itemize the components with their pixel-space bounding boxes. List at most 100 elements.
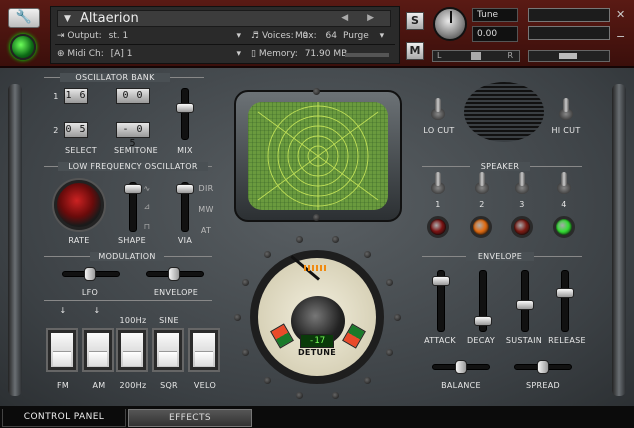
instrument-nav-arrows[interactable]: ◀ ▶ — [341, 11, 382, 26]
detune-value-display[interactable]: -17 — [300, 334, 334, 348]
lfo-mod-label: LFO — [81, 288, 99, 297]
screw — [313, 214, 320, 221]
sqr-button[interactable] — [154, 330, 182, 370]
shape-saw-icon: ⊿ — [143, 202, 151, 211]
close-icon[interactable]: ✕ — [616, 8, 628, 21]
osc2-semitone-display[interactable]: - 0 5 — [116, 122, 150, 149]
spread-slider-handle[interactable] — [537, 360, 549, 374]
osc-row2-label: 2 — [53, 126, 59, 135]
decay-slider-handle[interactable] — [474, 316, 492, 326]
tune-value[interactable]: 0.00 — [472, 26, 518, 42]
balance-slider-handle[interactable] — [455, 360, 467, 374]
output-label: Output: — [67, 31, 102, 41]
sustain-label: SUSTAIN — [505, 336, 543, 345]
shape-slider-handle[interactable] — [124, 184, 142, 194]
wrench-icon[interactable]: 🔧 — [8, 8, 40, 28]
shape-square-icon: ⊓ — [143, 222, 151, 231]
max-voices[interactable]: Max: 64 — [287, 31, 337, 41]
via-label: VIA — [177, 236, 193, 245]
screw — [234, 314, 241, 321]
oscilloscope-screen — [248, 102, 388, 210]
midi-value[interactable]: [A] 1 — [111, 49, 133, 59]
memory-icon: ▯ — [251, 49, 259, 59]
speaker-4-toggle[interactable] — [556, 172, 572, 194]
mute-button[interactable]: M — [406, 42, 424, 60]
lfo-mod-slider-handle[interactable] — [84, 267, 96, 281]
tab-effects[interactable]: EFFECTS — [128, 409, 252, 427]
chevron-down-icon[interactable]: ▾ — [380, 31, 385, 41]
midi-label: Midi Ch: — [67, 49, 104, 59]
instrument-info-panel: ▼ Altaerion ◀ ▶ ⇥ Output: st. 1 ▾ ♬ Voic… — [50, 6, 400, 64]
mod-top-label-4: SINE — [159, 316, 179, 325]
release-slider-track[interactable] — [561, 270, 569, 332]
at-label: AT — [200, 226, 212, 235]
pan-slider[interactable]: L R — [432, 50, 520, 62]
left-rail — [8, 84, 22, 396]
lo-cut-toggle[interactable] — [430, 98, 446, 120]
200hz-button[interactable] — [118, 330, 146, 370]
right-rail — [612, 84, 626, 396]
envelope-mod-slider-handle[interactable] — [168, 267, 180, 281]
tune-label: Tune — [472, 8, 518, 22]
instrument-title-bar[interactable]: ▼ Altaerion ◀ ▶ — [57, 10, 391, 27]
oscilloscope-bezel — [234, 90, 402, 222]
speaker-3-toggle[interactable] — [514, 172, 530, 194]
midi-channel-select[interactable]: ⊕ Midi Ch: [A] 1 ▾ — [57, 49, 247, 59]
minus-icon[interactable]: − — [616, 30, 628, 43]
hi-cut-toggle[interactable] — [558, 98, 574, 120]
screw — [331, 391, 339, 399]
speaker-number-4: 4 — [561, 200, 567, 209]
volume-slider[interactable] — [528, 50, 610, 62]
pan-right-label: R — [507, 51, 513, 60]
speaker-1-toggle[interactable] — [430, 172, 446, 194]
speaker-grill — [464, 82, 544, 142]
speaker-2-lamp — [470, 216, 492, 238]
osc2-select-display[interactable]: 0 5 — [64, 122, 88, 138]
via-slider-handle[interactable] — [176, 184, 194, 194]
lo-cut-label: LO CUT — [423, 126, 455, 135]
screw — [241, 348, 249, 356]
spread-label: SPREAD — [526, 381, 560, 390]
detune-scale-mark — [304, 265, 328, 271]
output-value[interactable]: st. 1 — [109, 31, 129, 41]
oscillator-bank-title: OSCILLATOR BANK — [60, 73, 170, 82]
screw — [386, 348, 394, 356]
velo-button[interactable] — [190, 330, 218, 370]
purge-menu[interactable]: Purge ▾ — [343, 31, 397, 41]
mix-slider-handle[interactable] — [176, 102, 194, 113]
purge-label[interactable]: Purge — [343, 31, 369, 41]
osc1-select-display[interactable]: 1 6 — [64, 88, 88, 104]
attack-slider-handle[interactable] — [432, 276, 450, 286]
output-select[interactable]: ⇥ Output: st. 1 ▾ — [57, 31, 247, 41]
tune-knob[interactable] — [433, 7, 467, 41]
max-value[interactable]: 64 — [326, 31, 337, 41]
mod-top-label-3: 100Hz — [119, 316, 147, 325]
screw — [363, 376, 371, 384]
select-label: SELECT — [65, 146, 97, 155]
power-icon[interactable] — [10, 34, 36, 60]
am-button[interactable] — [84, 330, 112, 370]
fm-button[interactable] — [48, 330, 76, 370]
mix-slider-track[interactable] — [181, 88, 189, 140]
screw — [394, 314, 401, 321]
chevron-down-icon[interactable]: ▾ — [236, 49, 241, 59]
balance-label: BALANCE — [441, 381, 481, 390]
speaker-number-1: 1 — [435, 200, 441, 209]
rate-knob[interactable] — [54, 180, 104, 230]
midi-icon: ⊕ — [57, 49, 68, 59]
chevron-down-icon[interactable]: ▾ — [236, 31, 241, 41]
osc1-semitone-display[interactable]: 0 0 — [116, 88, 150, 104]
instrument-name[interactable]: Altaerion — [80, 11, 139, 26]
tab-control-panel[interactable]: CONTROL PANEL — [2, 409, 126, 427]
purge-meter — [345, 53, 389, 57]
screw — [331, 236, 339, 243]
mod-top-label-1: ↓ — [59, 306, 67, 315]
release-slider-handle[interactable] — [556, 288, 574, 298]
chevron-down-icon[interactable]: ▼ — [64, 12, 71, 27]
speaker-number-3: 3 — [519, 200, 525, 209]
volume-handle[interactable] — [559, 53, 577, 59]
solo-button[interactable]: S — [406, 12, 424, 30]
speaker-2-toggle[interactable] — [474, 172, 490, 194]
pan-handle[interactable] — [471, 52, 481, 60]
sustain-slider-handle[interactable] — [516, 300, 534, 310]
